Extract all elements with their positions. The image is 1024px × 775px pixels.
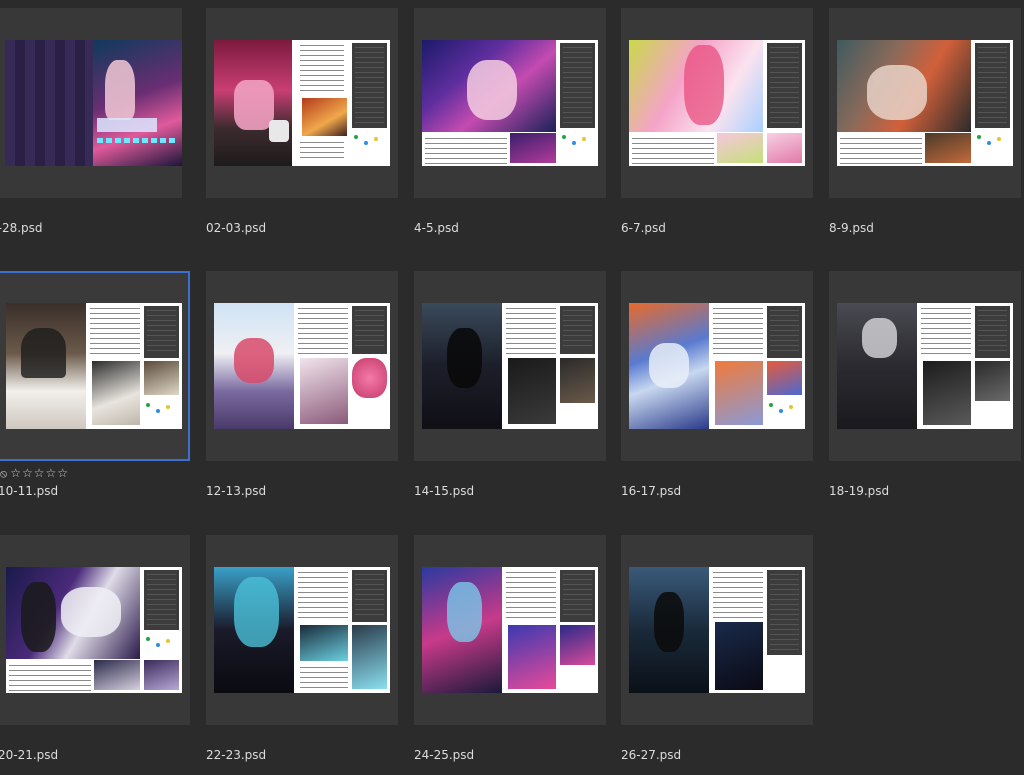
thumbnail-image xyxy=(214,567,390,693)
thumbnail-image xyxy=(629,40,805,166)
thumbnail-cell[interactable]: 14-15.psd xyxy=(414,271,606,498)
file-name: 20-21.psd xyxy=(0,748,59,762)
thumbnail-cell[interactable]: 20-21.psd xyxy=(0,535,190,762)
thumbnail-image xyxy=(629,567,805,693)
thumbnail-cell[interactable]: 22-23.psd xyxy=(206,535,398,762)
file-name: 18-19.psd xyxy=(829,484,890,498)
thumbnail-image xyxy=(422,40,598,166)
thumbnail-cell[interactable]: 6-7.psd xyxy=(621,8,813,235)
thumbnail-cell[interactable]: 12-13.psd xyxy=(206,271,398,498)
file-name: 12-13.psd xyxy=(206,484,267,498)
thumbnail-image xyxy=(837,40,1013,166)
thumbnail-cell[interactable]: 16-17.psd xyxy=(621,271,813,498)
thumbnail-cell[interactable]: 4-5.psd xyxy=(414,8,606,235)
thumbnail-cell[interactable]: 1-28.psd xyxy=(0,8,182,235)
file-name: 22-23.psd xyxy=(206,748,267,762)
rating-stars[interactable]: ⦸ ☆☆☆☆☆ xyxy=(0,466,69,481)
thumbnail-grid: 1-28.psd 02-03.psd xyxy=(0,0,1024,775)
file-name: 14-15.psd xyxy=(414,484,475,498)
thumbnail-image xyxy=(837,303,1013,429)
thumbnail-cell-selected[interactable]: ⦸ ☆☆☆☆☆ 10-11.psd xyxy=(0,271,190,498)
thumbnail-image xyxy=(6,303,182,429)
thumbnail-cell[interactable]: 26-27.psd xyxy=(621,535,813,762)
file-name: 1-28.psd xyxy=(0,221,43,235)
file-name: 02-03.psd xyxy=(206,221,267,235)
thumbnail-cell[interactable]: 24-25.psd xyxy=(414,535,606,762)
thumbnail-image xyxy=(629,303,805,429)
thumbnail-cell[interactable]: 8-9.psd xyxy=(829,8,1021,235)
thumbnail-image xyxy=(422,303,598,429)
reject-icon[interactable]: ⦸ xyxy=(0,467,8,480)
file-name: 24-25.psd xyxy=(414,748,475,762)
thumbnail-image xyxy=(422,567,598,693)
file-name: 10-11.psd xyxy=(0,484,59,498)
thumbnail-image xyxy=(5,40,182,166)
file-name: 16-17.psd xyxy=(621,484,682,498)
thumbnail-cell[interactable]: 02-03.psd xyxy=(206,8,398,235)
thumbnail-cell[interactable]: 18-19.psd xyxy=(829,271,1021,498)
thumbnail-image xyxy=(214,303,390,429)
file-name: 8-9.psd xyxy=(829,221,874,235)
star-rating[interactable]: ☆☆☆☆☆ xyxy=(10,466,69,480)
thumbnail-image xyxy=(6,567,182,693)
file-name: 6-7.psd xyxy=(621,221,666,235)
file-name: 4-5.psd xyxy=(414,221,459,235)
thumbnail-image xyxy=(214,40,390,166)
file-name: 26-27.psd xyxy=(621,748,682,762)
